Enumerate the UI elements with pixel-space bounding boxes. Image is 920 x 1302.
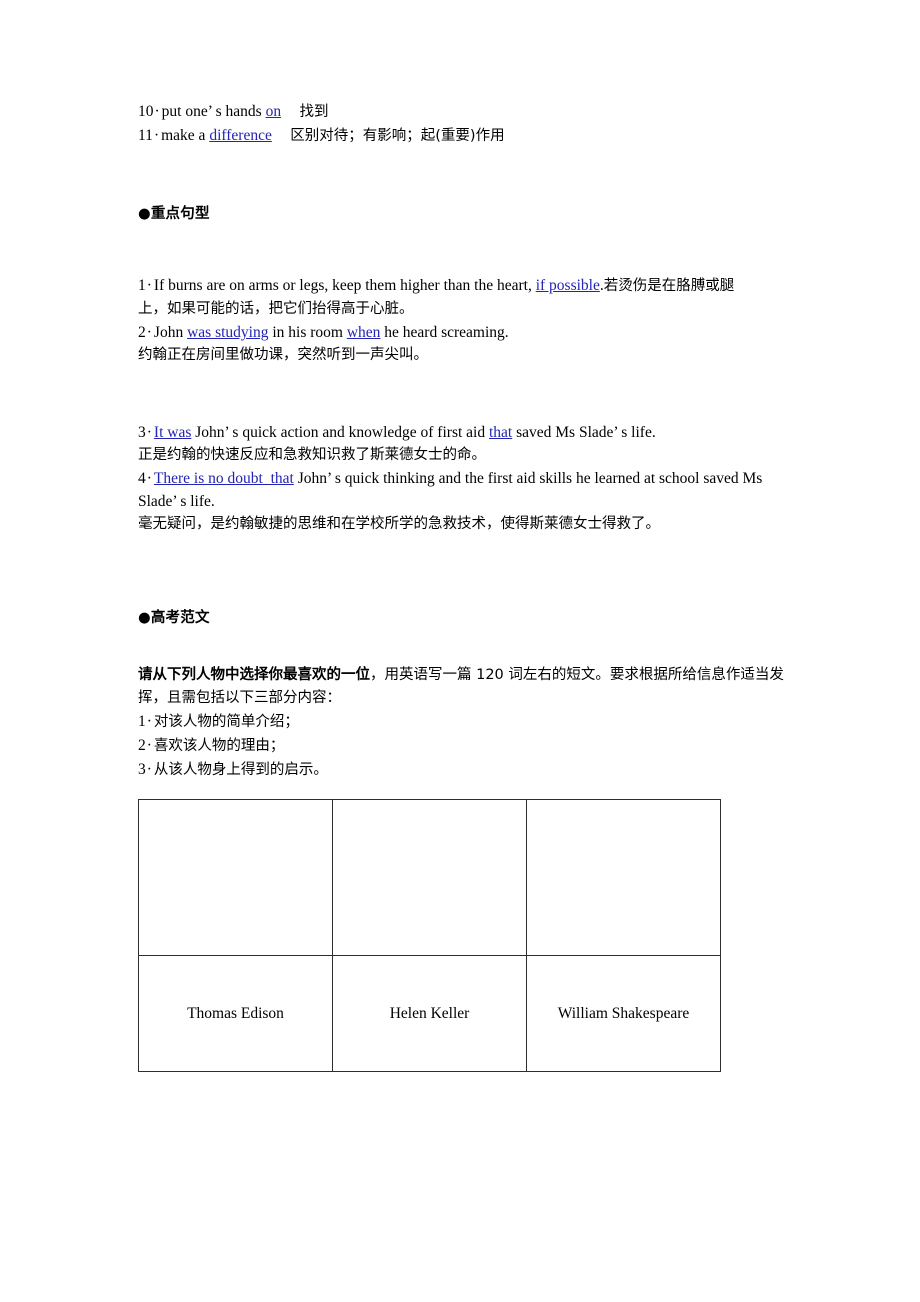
key-sentence-number: 4 bbox=[138, 470, 146, 487]
requirement-number: 3 bbox=[138, 761, 146, 778]
figure-name-cell: Thomas Edison bbox=[138, 955, 333, 1072]
figure-name-cell: Helen Keller bbox=[332, 955, 527, 1072]
requirement-number: 2 bbox=[138, 737, 146, 754]
phrase-item: 10· put one’ s hands on 找到 bbox=[138, 100, 786, 124]
key-sentence-translation: 毫无疑问，是约翰敏捷的思维和在学校所学的急救技术，使得斯莱德女士得救了。 bbox=[138, 516, 660, 532]
phrase-number: 11 bbox=[138, 127, 153, 144]
figure-image-cell bbox=[526, 799, 721, 956]
section-heading-essay: ●高考范文 bbox=[138, 610, 210, 626]
figure-image-cell bbox=[138, 799, 333, 956]
document-page: 10· put one’ s hands on 找到 11· make a diff… bbox=[0, 0, 920, 1302]
key-sentence-grammar-key: if possible bbox=[535, 277, 600, 294]
key-sentence-text: John bbox=[153, 324, 188, 341]
table-row-images bbox=[138, 799, 721, 956]
phrase-gloss: 区别对待；有影响；起(重要)作用 bbox=[290, 128, 505, 144]
requirement-separator: · bbox=[146, 761, 152, 778]
key-sentence-translation: 上，如果可能的话，把它们抬得高于心脏。 bbox=[138, 301, 414, 317]
key-sentence-text: John’ s quick action and knowledge of fi… bbox=[191, 424, 489, 441]
phrase-text-pre: put one’ s hands bbox=[161, 103, 266, 120]
key-sentence-translation-inline: 若烫伤是在胳膊或腿 bbox=[603, 278, 735, 294]
essay-requirement-item: 2· 喜欢该人物的理由； bbox=[138, 734, 786, 758]
key-sentence-item: 4· There is no doubt_that John’ s quick t… bbox=[138, 467, 786, 513]
phrase-gloss: 找到 bbox=[299, 104, 329, 120]
phrase-separator: · bbox=[154, 103, 160, 120]
phrase-key-word: difference bbox=[209, 127, 272, 144]
essay-requirement-item: 3· 从该人物身上得到的启示。 bbox=[138, 758, 786, 782]
phrase-item: 11· make a difference 区别对待；有影响；起(重要)作用 bbox=[138, 124, 786, 148]
key-sentence-item: 3· It was John’ s quick action and knowle… bbox=[138, 421, 786, 444]
key-sentence-text: in his room bbox=[268, 324, 347, 341]
requirement-number: 1 bbox=[138, 713, 146, 730]
key-sentence-grammar-key: when bbox=[346, 324, 381, 341]
document-body: 10· put one’ s hands on 找到 11· make a diff… bbox=[138, 100, 786, 782]
phrase-text-pre: make a bbox=[161, 127, 210, 144]
key-sentence-translation: 约翰正在房间里做功课，突然听到一声尖叫。 bbox=[138, 347, 428, 363]
essay-requirement-item: 1· 对该人物的简单介绍； bbox=[138, 710, 786, 734]
key-sentence-separator: · bbox=[146, 324, 152, 341]
key-sentence-number: 3 bbox=[138, 424, 146, 441]
essay-prompt: 请从下列人物中选择你最喜欢的一位，用英语写一篇 120 词左右的短文。要求根据所… bbox=[138, 664, 786, 710]
key-sentence-grammar-key: It was bbox=[153, 424, 192, 441]
figure-image-cell bbox=[332, 799, 527, 956]
figure-name-cell: William Shakespeare bbox=[526, 955, 721, 1072]
requirement-text: 从该人物身上得到的启示。 bbox=[153, 762, 328, 778]
requirement-separator: · bbox=[146, 737, 152, 754]
requirement-separator: · bbox=[146, 713, 152, 730]
essay-prompt-emphasis: 请从下列人物中选择你最喜欢的一位 bbox=[138, 667, 370, 683]
requirement-text: 对该人物的简单介绍； bbox=[153, 714, 299, 730]
phrase-number: 10 bbox=[138, 103, 154, 120]
key-sentence-grammar-key: that bbox=[488, 424, 513, 441]
key-sentence-item: 1· If burns are on arms or legs, keep the… bbox=[138, 274, 786, 298]
section-heading-key-sentences: ●重点句型 bbox=[138, 206, 210, 222]
key-sentence-number: 2 bbox=[138, 324, 146, 341]
key-sentence-translation: 正是约翰的快速反应和急救知识救了斯莱德女士的命。 bbox=[138, 447, 486, 463]
key-sentence-grammar-key: was studying bbox=[187, 324, 269, 341]
phrase-separator: · bbox=[153, 127, 160, 144]
table-row-names: Thomas Edison Helen Keller William Shake… bbox=[138, 955, 721, 1072]
key-sentence-separator: · bbox=[146, 470, 152, 487]
requirement-text: 喜欢该人物的理由； bbox=[153, 738, 285, 754]
key-sentence-item: 2· John was studying in his room when he … bbox=[138, 321, 786, 344]
key-sentence-text: he heard screaming. bbox=[380, 324, 509, 341]
key-sentence-grammar-key: There is no doubt_that bbox=[153, 470, 294, 487]
figure-table: Thomas Edison Helen Keller William Shake… bbox=[138, 799, 721, 1072]
key-sentence-separator: · bbox=[146, 277, 152, 294]
key-sentence-text: If burns are on arms or legs, keep them … bbox=[153, 277, 536, 294]
phrase-key-word: on bbox=[265, 103, 282, 120]
key-sentence-separator: · bbox=[146, 424, 152, 441]
key-sentence-text: saved Ms Slade’ s life. bbox=[512, 424, 656, 441]
key-sentence-number: 1 bbox=[138, 277, 146, 294]
